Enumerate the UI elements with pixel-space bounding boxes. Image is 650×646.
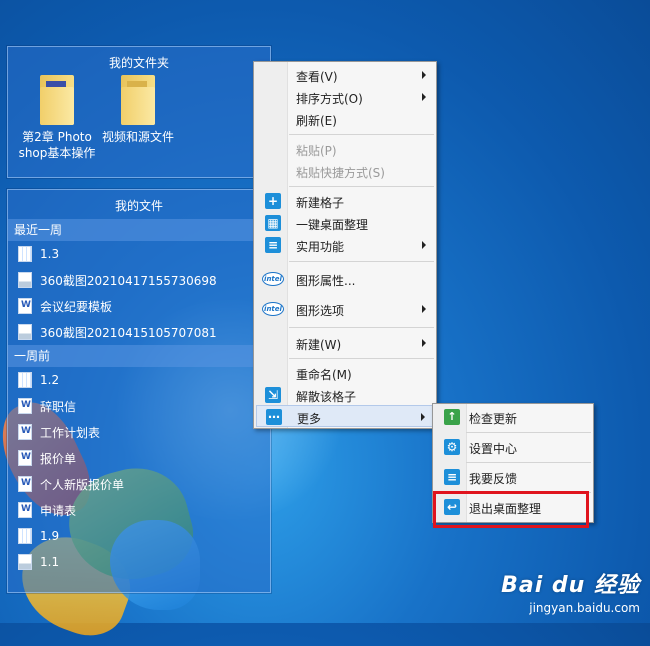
file-item[interactable]: 个人新版报价单 [8, 471, 270, 497]
more-icon: ⋯ [266, 409, 282, 425]
folder-label-line1: 视频和源文件 [101, 130, 174, 144]
menu-item-check-update[interactable]: ↑ 检查更新 [435, 406, 591, 428]
section-recent-week[interactable]: 最近一周 [8, 219, 270, 241]
gear-icon: ⚙ [444, 439, 460, 455]
watermark-url: jingyan.baidu.com [529, 601, 640, 615]
section-before-week[interactable]: 一周前 [8, 345, 270, 367]
menu-item-feedback[interactable]: ≡ 我要反馈 [435, 466, 591, 488]
submenu-arrow-icon [422, 241, 426, 249]
my-folders-panel: 我的文件夹 第2章 Photo shop基本操作 视频和源文件 [7, 46, 271, 178]
intel-icon: intel [262, 272, 284, 286]
word-file-icon [18, 450, 32, 466]
word-file-icon [18, 424, 32, 440]
folder-icon [121, 75, 155, 125]
file-item[interactable]: 工作计划表 [8, 419, 270, 445]
menu-item-paste-shortcut[interactable]: 粘贴快捷方式(S) [256, 160, 434, 182]
folder-label-line1: 第2章 Photo [22, 130, 92, 144]
menu-item-one-click-organize[interactable]: ▦ 一键桌面整理 [256, 212, 434, 234]
menu-item-settings-center[interactable]: ⚙ 设置中心 [435, 436, 591, 458]
list-icon: ≡ [265, 237, 281, 253]
my-folders-title: 我的文件夹 [108, 56, 169, 70]
my-files-panel: 我的文件 最近一周 1.3 360截图20210417155730698 会议纪… [7, 189, 271, 593]
context-menu: 查看(V) 排序方式(O) 刷新(E) 粘贴(P) 粘贴快捷方式(S) + 新建格… [253, 61, 437, 429]
menu-separator [466, 462, 591, 463]
word-file-icon [18, 476, 32, 492]
my-files-title: 我的文件 [114, 199, 163, 213]
image-file-icon [18, 272, 32, 288]
plus-icon: + [265, 193, 281, 209]
file-item[interactable]: 1.3 [8, 241, 270, 267]
menu-item-graphics-options[interactable]: intel 图形选项 [256, 298, 434, 320]
menu-item-refresh[interactable]: 刷新(E) [256, 108, 434, 130]
folder-label-line2: shop基本操作 [18, 146, 96, 160]
submenu-arrow-icon [422, 71, 426, 79]
menu-item-utilities[interactable]: ≡ 实用功能 [256, 234, 434, 256]
up-arrow-icon: ↑ [444, 409, 460, 425]
menu-item-paste[interactable]: 粘贴(P) [256, 138, 434, 160]
folder-photoshop[interactable]: 第2章 Photo shop基本操作 [12, 75, 102, 161]
file-item[interactable]: 1.1 [8, 549, 270, 575]
menu-item-rename[interactable]: 重命名(M) [256, 362, 434, 384]
file-item[interactable]: 1.9 [8, 523, 270, 549]
menu-item-dissolve-grid[interactable]: ⇲ 解散该格子 [256, 384, 434, 406]
file-item[interactable]: 360截图20210417155730698 [8, 267, 270, 293]
sheet-file-icon [18, 246, 32, 262]
menu-separator [289, 261, 434, 262]
image-file-icon [18, 324, 32, 340]
word-file-icon [18, 298, 32, 314]
menu-item-graphics-properties[interactable]: intel 图形属性... [256, 268, 434, 290]
menu-item-more[interactable]: ⋯ 更多 [256, 405, 434, 427]
baidu-jingyan-watermark: Bai du 经验 jingyan.baidu.com [501, 567, 640, 615]
dissolve-icon: ⇲ [265, 387, 281, 403]
feedback-icon: ≡ [444, 469, 460, 485]
menu-separator [466, 432, 591, 433]
image-file-icon [18, 554, 32, 570]
menu-item-view[interactable]: 查看(V) [256, 64, 434, 86]
file-item[interactable]: 1.2 [8, 367, 270, 393]
menu-item-new[interactable]: 新建(W) [256, 332, 434, 354]
file-item[interactable]: 360截图20210415105707081 [8, 319, 270, 345]
menu-item-sort[interactable]: 排序方式(O) [256, 86, 434, 108]
watermark-brand: Bai du 经验 [501, 573, 640, 598]
submenu-arrow-icon [421, 413, 425, 421]
word-file-icon [18, 398, 32, 414]
menu-separator [289, 358, 434, 359]
folder-videos[interactable]: 视频和源文件 [93, 75, 183, 145]
word-file-icon [18, 502, 32, 518]
file-item[interactable]: 申请表 [8, 497, 270, 523]
file-item[interactable]: 会议纪要模板 [8, 293, 270, 319]
submenu-arrow-icon [422, 305, 426, 313]
file-item[interactable]: 报价单 [8, 445, 270, 471]
menu-separator [289, 327, 434, 328]
submenu-arrow-icon [422, 339, 426, 347]
menu-separator [289, 134, 434, 135]
sheet-file-icon [18, 372, 32, 388]
intel-icon: intel [262, 302, 284, 316]
sheet-file-icon [18, 528, 32, 544]
menu-separator [289, 186, 434, 187]
layout-icon: ▦ [265, 215, 281, 231]
menu-item-new-grid[interactable]: + 新建格子 [256, 190, 434, 212]
highlight-annotation-box [433, 491, 589, 528]
submenu-arrow-icon [422, 93, 426, 101]
folder-icon [40, 75, 74, 125]
file-item[interactable]: 辞职信 [8, 393, 270, 419]
